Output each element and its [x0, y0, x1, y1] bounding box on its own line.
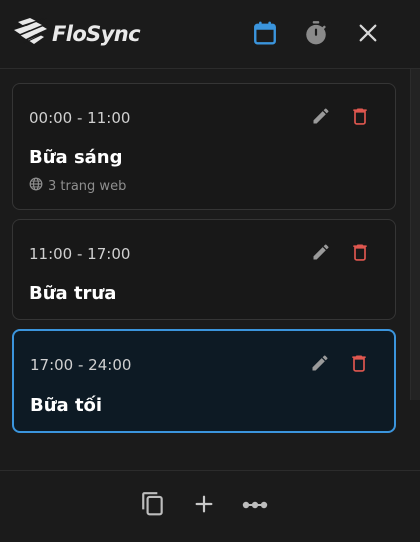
more-button[interactable] [240, 491, 270, 521]
scrollbar-track[interactable] [410, 69, 420, 400]
schedule-time: 17:00 - 24:00 [30, 356, 132, 374]
more-icon [241, 497, 269, 516]
header: FloSync [0, 0, 420, 69]
calendar-icon [252, 20, 278, 50]
logo: FloSync [14, 17, 141, 50]
logo-icon [14, 17, 48, 50]
calendar-button[interactable] [251, 21, 279, 49]
trash-icon [350, 106, 370, 130]
delete-button[interactable] [348, 242, 372, 266]
edit-button[interactable] [309, 242, 333, 266]
delete-button[interactable] [347, 353, 371, 377]
schedule-title: Bữa tối [30, 395, 103, 416]
edit-button[interactable] [309, 106, 333, 130]
schedule-sites: 3 trang web [29, 177, 126, 195]
timer-icon [303, 20, 329, 50]
trash-icon [350, 242, 370, 266]
add-icon [193, 493, 215, 519]
app-title: FloSync [52, 22, 141, 46]
copy-icon [140, 491, 166, 521]
globe-icon [29, 177, 43, 195]
flosync-popup: FloSync 00:00 - 11:00 Bữa sáng 3 trang w… [0, 0, 420, 542]
pencil-icon [311, 106, 331, 130]
delete-button[interactable] [348, 106, 372, 130]
schedule-title: Bữa sáng [29, 147, 123, 168]
schedule-time: 11:00 - 17:00 [29, 245, 131, 263]
schedule-card-dinner[interactable]: 17:00 - 24:00 Bữa tối [12, 329, 396, 433]
close-button[interactable] [354, 21, 382, 49]
schedule-card-breakfast[interactable]: 00:00 - 11:00 Bữa sáng 3 trang web [12, 83, 396, 210]
close-icon [357, 22, 379, 48]
add-button[interactable] [189, 491, 219, 521]
duplicate-button[interactable] [138, 491, 168, 521]
trash-icon [349, 353, 369, 377]
schedule-title: Bữa trưa [29, 283, 117, 304]
schedule-card-lunch[interactable]: 11:00 - 17:00 Bữa trưa [12, 219, 396, 320]
pencil-icon [311, 242, 331, 266]
footer-toolbar [0, 470, 420, 542]
pencil-icon [310, 353, 330, 377]
schedule-sites-label: 3 trang web [48, 178, 127, 194]
schedule-time: 00:00 - 11:00 [29, 109, 131, 127]
timer-button[interactable] [302, 21, 330, 49]
edit-button[interactable] [308, 353, 332, 377]
